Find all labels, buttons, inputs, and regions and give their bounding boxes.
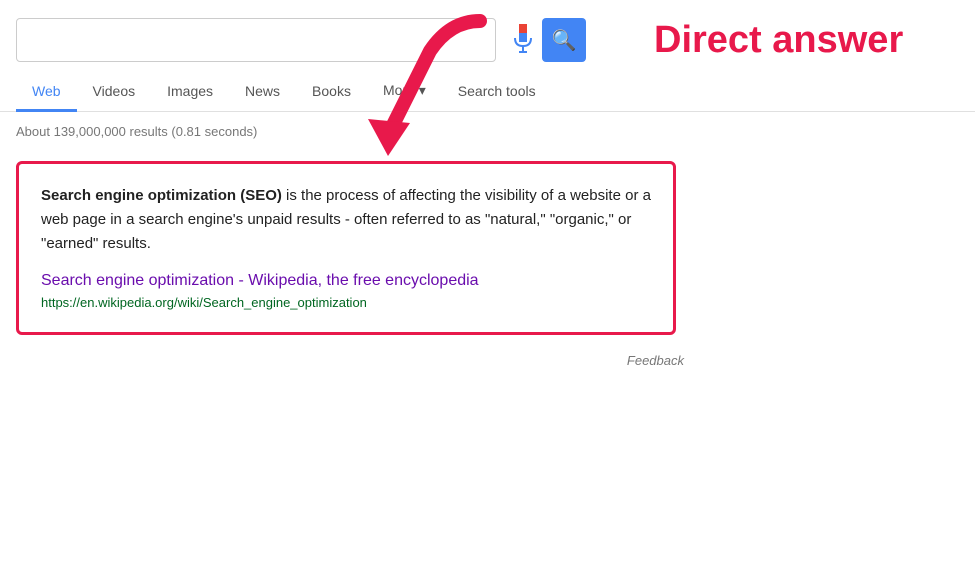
direct-answer-label: Direct answer [654,19,959,62]
tab-videos[interactable]: Videos [77,73,152,112]
tab-more[interactable]: More ▾ [367,72,442,112]
answer-text: Search engine optimization (SEO) is the … [41,184,651,256]
main-content: Search engine optimization (SEO) is the … [0,151,975,345]
answer-url: https://en.wikipedia.org/wiki/Search_eng… [41,295,367,310]
search-input-wrapper: what is seo [16,18,496,62]
search-button[interactable]: 🔍 [542,18,586,62]
answer-box: Search engine optimization (SEO) is the … [16,161,676,335]
feedback-label[interactable]: Feedback [0,345,700,376]
answer-bold-abbr: (SEO) [236,187,282,204]
nav-tabs: Web Videos Images News Books More ▾ Sear… [0,72,975,112]
tab-news[interactable]: News [229,73,296,112]
tab-web[interactable]: Web [16,73,77,112]
answer-link-container: Search engine optimization - Wikipedia, … [41,272,651,312]
search-icon: 🔍 [552,28,577,53]
tab-books[interactable]: Books [296,73,367,112]
search-input[interactable]: what is seo [29,30,483,51]
answer-bold-term: Search engine optimization [41,187,236,204]
results-count: About 139,000,000 results (0.81 seconds) [0,112,975,151]
tab-images[interactable]: Images [151,73,229,112]
mic-button[interactable] [512,18,534,62]
answer-link-title[interactable]: Search engine optimization - Wikipedia, … [41,272,651,290]
search-bar-area: what is seo 🔍 Direct answer [0,0,975,72]
tab-search-tools[interactable]: Search tools [442,73,552,112]
